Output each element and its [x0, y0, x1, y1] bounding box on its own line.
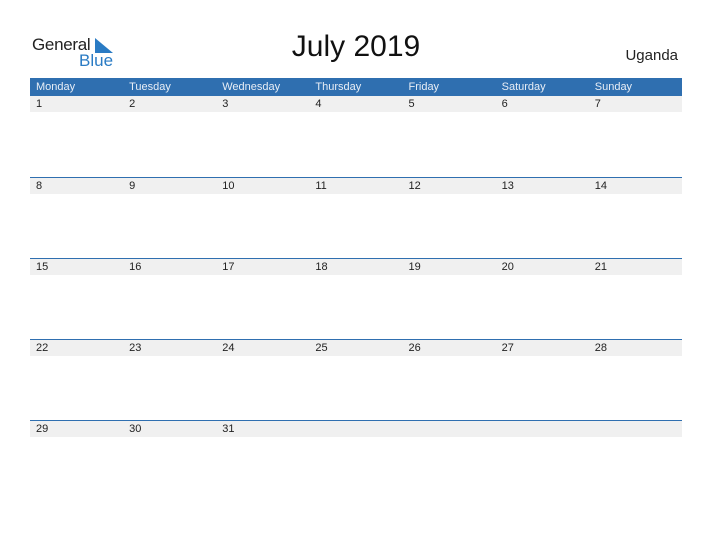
day-cell: 28	[594, 342, 607, 354]
week-row: 22 23 24 25 26 27 28	[30, 339, 682, 420]
day-cell: 21	[594, 261, 607, 273]
date-strip: 8 9 10 11 12 13 14	[30, 178, 682, 194]
day-cell: 20	[501, 261, 514, 273]
date-strip: 22 23 24 25 26 27 28	[30, 340, 682, 356]
day-cell: 19	[408, 261, 421, 273]
day-cell: 24	[222, 342, 235, 354]
day-cell	[403, 421, 496, 437]
day-cell: 6	[501, 98, 508, 110]
day-cell: 10	[222, 180, 235, 192]
day-cell: 27	[501, 342, 514, 354]
weekday-thursday: Thursday	[315, 81, 362, 93]
day-cell: 18	[315, 261, 328, 273]
day-cell: 12	[408, 180, 421, 192]
day-cell: 3	[222, 98, 229, 110]
day-cell: 25	[315, 342, 328, 354]
weekday-tuesday: Tuesday	[129, 81, 171, 93]
day-cell: 11	[315, 180, 327, 192]
day-cell: 14	[594, 180, 607, 192]
date-strip: 15 16 17 18 19 20 21	[30, 259, 682, 275]
day-cell	[589, 421, 682, 437]
day-cell: 15	[36, 261, 49, 273]
day-cell: 16	[129, 261, 142, 273]
week-row: 1 2 3 4 5 6 7	[30, 96, 682, 177]
day-cell: 7	[594, 98, 601, 110]
day-cell: 8	[36, 180, 43, 192]
day-cell: 13	[501, 180, 514, 192]
day-cell: 2	[129, 98, 136, 110]
day-cell	[496, 421, 589, 437]
week-row: 8 9 10 11 12 13 14	[30, 177, 682, 258]
day-cell: 31	[222, 423, 235, 435]
weekday-sunday: Sunday	[594, 81, 633, 93]
weekday-wednesday: Wednesday	[222, 81, 281, 93]
day-cell: 26	[408, 342, 421, 354]
calendar-title: July 2019	[291, 30, 421, 63]
date-strip: 29 30 31	[30, 421, 682, 437]
day-cell: 23	[129, 342, 142, 354]
day-cell: 5	[408, 98, 415, 110]
day-cell: 29	[36, 423, 49, 435]
date-strip: 1 2 3 4 5 6 7	[30, 96, 682, 112]
day-cell: 1	[36, 98, 43, 110]
weekday-header: Monday Tuesday Wednesday Thursday Friday…	[30, 78, 682, 96]
day-cell: 4	[315, 98, 322, 110]
week-row: 15 16 17 18 19 20 21	[30, 258, 682, 339]
weekday-monday: Monday	[36, 81, 76, 93]
day-cell: 9	[129, 180, 136, 192]
day-cell: 22	[36, 342, 49, 354]
day-cell: 17	[222, 261, 235, 273]
day-cell	[309, 421, 402, 437]
weekday-saturday: Saturday	[501, 81, 546, 93]
country-label: Uganda	[625, 47, 678, 64]
day-cell: 30	[129, 423, 142, 435]
week-row: 29 30 31	[30, 420, 682, 501]
weekday-friday: Friday	[408, 81, 440, 93]
